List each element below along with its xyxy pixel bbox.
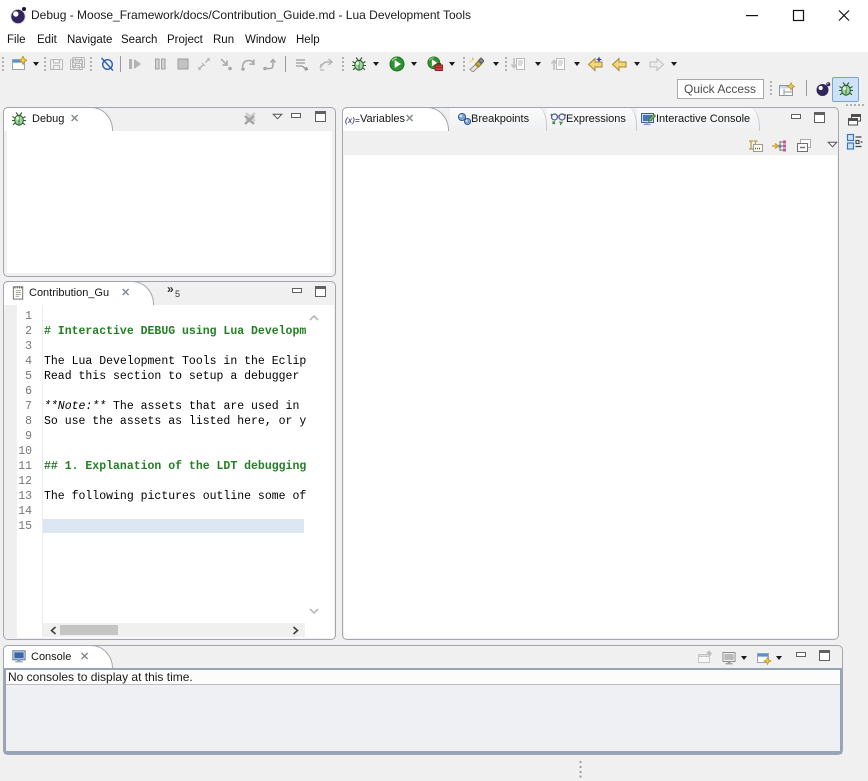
svg-text:(x)=: (x)= [345, 115, 360, 125]
